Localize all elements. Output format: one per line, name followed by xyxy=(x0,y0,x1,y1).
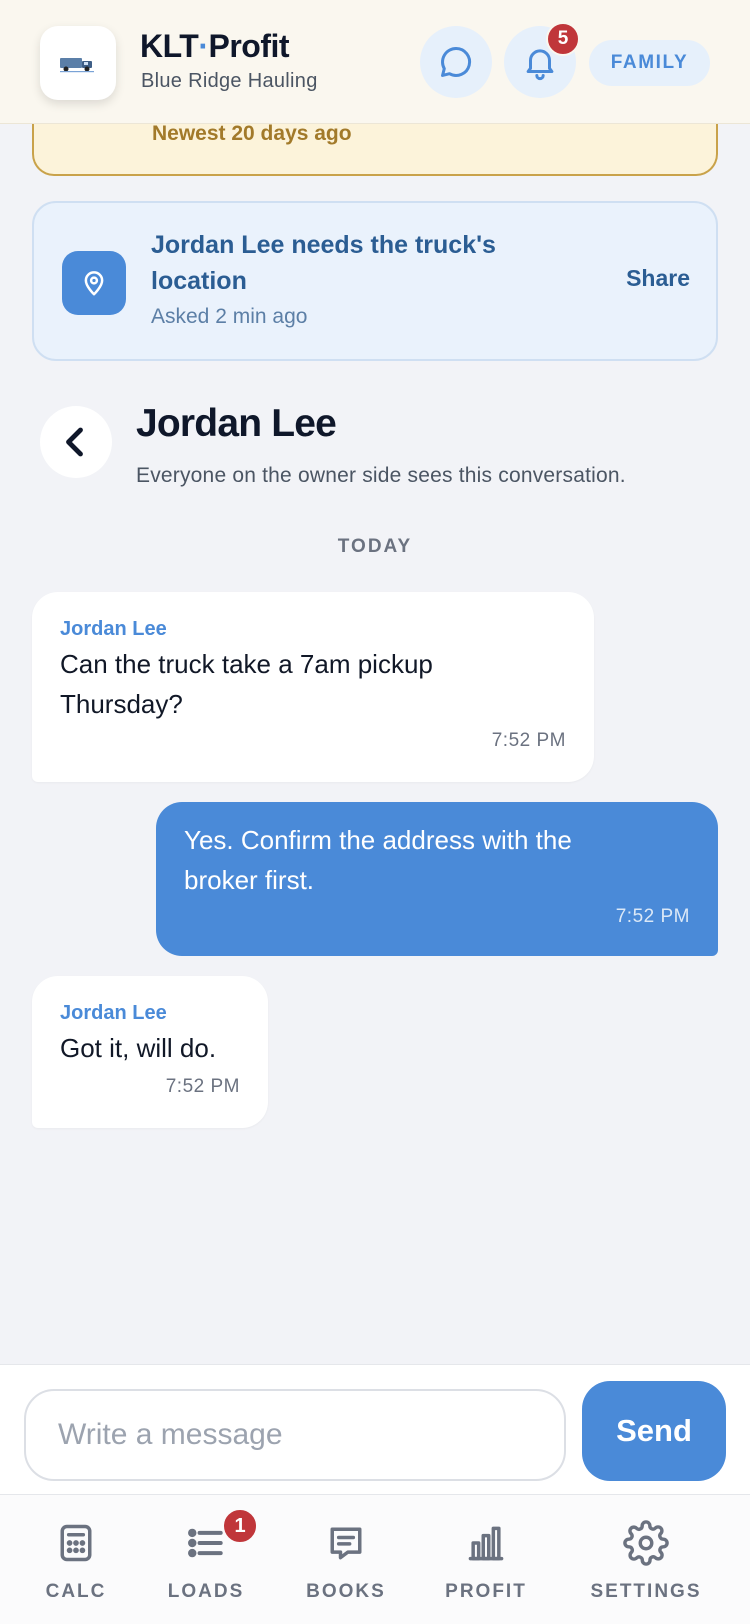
location-request-card: Jordan Lee needs the truck's location As… xyxy=(32,201,718,361)
message-bubble-incoming: Jordan Lee Got it, will do. 7:52 PM xyxy=(32,976,268,1128)
send-button[interactable]: Send xyxy=(582,1381,726,1481)
message-time: 7:52 PM xyxy=(491,730,566,751)
nav-label: BOOKS xyxy=(306,1581,386,1602)
day-divider: TODAY xyxy=(337,536,413,557)
messages-button[interactable] xyxy=(420,26,492,98)
truck-logo-icon xyxy=(40,26,116,100)
gear-icon xyxy=(622,1519,670,1567)
message-time: 7:52 PM xyxy=(615,906,690,927)
nav-label: LOADS xyxy=(167,1581,245,1602)
message-text: Can the truck take a 7am pickup Thursday… xyxy=(60,649,433,719)
nav-label: SETTINGS xyxy=(590,1581,702,1602)
brand-name: KLT·Profit xyxy=(140,28,290,64)
message-bubble-outgoing: Yes. Confirm the address with the broker… xyxy=(156,802,718,956)
location-request-title: Jordan Lee needs the truck's location xyxy=(151,231,496,295)
nav-item-calc[interactable]: CALC xyxy=(6,1519,146,1619)
nav-item-books[interactable]: BOOKS xyxy=(276,1519,416,1619)
loads-count-badge: 1 xyxy=(222,1508,258,1544)
bottom-nav: CALC LOADS BOOKS PROFIT SETTINGS xyxy=(0,1494,750,1624)
company-name: Blue Ridge Hauling xyxy=(141,70,318,92)
message-sender: Jordan Lee xyxy=(60,618,167,640)
nav-label: PROFIT xyxy=(445,1581,527,1602)
chat-bubble-icon xyxy=(441,47,472,77)
bar-chart-icon xyxy=(462,1519,510,1567)
back-button[interactable] xyxy=(40,406,112,478)
conversation-title: Jordan Lee xyxy=(136,402,337,445)
alert-text: Newest 20 days ago xyxy=(152,122,352,145)
conversation-subtitle: Everyone on the owner side sees this con… xyxy=(136,464,626,487)
nav-item-profit[interactable]: PROFIT xyxy=(416,1519,556,1619)
calculator-icon xyxy=(52,1519,100,1567)
role-pill[interactable]: FAMILY xyxy=(589,40,710,86)
notification-count-badge: 5 xyxy=(546,22,580,56)
message-text: Yes. Confirm the address with the broker… xyxy=(184,825,572,895)
app-header: KLT·Profit Blue Ridge Hauling 5 FAMILY xyxy=(0,0,750,124)
message-composer: Send xyxy=(0,1364,750,1494)
message-time: 7:52 PM xyxy=(165,1076,240,1097)
notebook-icon xyxy=(322,1519,370,1567)
message-input[interactable] xyxy=(24,1389,566,1481)
chevron-left-icon xyxy=(66,427,83,457)
location-pin-icon xyxy=(62,251,126,315)
share-location-button[interactable]: Share xyxy=(626,265,690,292)
message-text: Got it, will do. xyxy=(60,1033,217,1063)
message-bubble-incoming: Jordan Lee Can the truck take a 7am pick… xyxy=(32,592,594,782)
nav-item-settings[interactable]: SETTINGS xyxy=(576,1519,716,1619)
location-request-time: Asked 2 min ago xyxy=(151,305,308,328)
nav-label: CALC xyxy=(45,1581,107,1602)
message-sender: Jordan Lee xyxy=(60,1002,167,1024)
